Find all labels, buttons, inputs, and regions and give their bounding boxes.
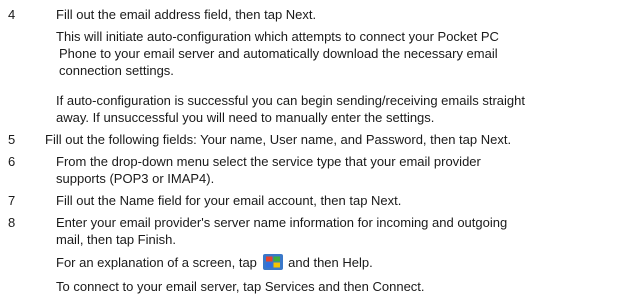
help-note-before: For an explanation of a screen, tap <box>56 255 257 270</box>
step-text: supports (POP3 or IMAP4). <box>56 171 215 186</box>
step-text: mail, then tap Finish. <box>56 232 176 247</box>
step-note-line: connection settings. <box>59 63 174 78</box>
step-number: 7 <box>8 193 16 208</box>
step-number: 8 <box>8 215 16 230</box>
connect-note: To connect to your email server, tap Ser… <box>56 279 425 294</box>
step-text: Fill out the email address field, then t… <box>56 7 317 22</box>
step-number: 4 <box>8 7 16 22</box>
step-text: Fill out the Name field for your email a… <box>56 193 402 208</box>
step-note-line: If auto-configuration is successful you … <box>56 93 525 108</box>
step-text: Fill out the following fields: Your name… <box>45 132 512 147</box>
step-note-line: This will initiate auto-configuration wh… <box>56 29 499 44</box>
step-text: From the drop-down menu select the servi… <box>56 154 481 169</box>
step-note-line: Phone to your email server and automatic… <box>59 46 498 61</box>
step-text: Enter your email provider's server name … <box>56 215 508 230</box>
help-note: For an explanation of a screen, tap and … <box>56 254 373 271</box>
step-number: 6 <box>8 154 16 169</box>
help-note-after: and then Help. <box>288 255 373 270</box>
step-number: 5 <box>8 132 16 147</box>
windows-start-flag-icon <box>262 254 283 270</box>
step-note-line: away. If unsuccessful you will need to m… <box>56 110 435 125</box>
instruction-document: 4 Fill out the email address field, then… <box>0 0 632 308</box>
